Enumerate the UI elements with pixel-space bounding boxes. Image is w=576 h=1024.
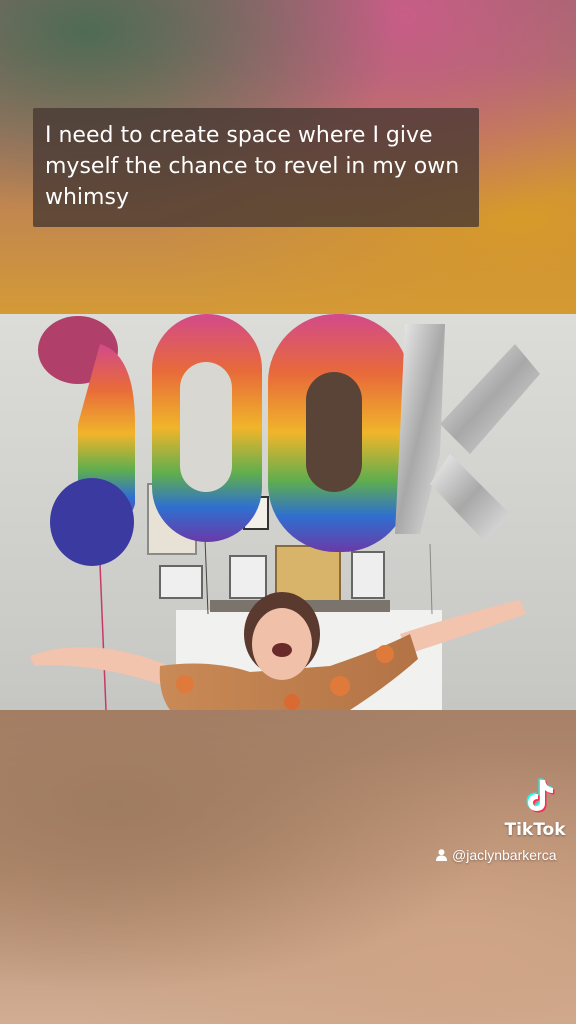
wall-frame — [159, 565, 203, 599]
balloon-k — [395, 324, 540, 542]
blurred-background-bottom — [0, 710, 576, 1024]
balloon-zero-1 — [152, 314, 262, 542]
person — [30, 592, 526, 710]
tiktok-note-icon — [526, 778, 555, 813]
wall-frame — [351, 551, 385, 599]
balloon-one — [38, 316, 135, 566]
wall-frame — [229, 555, 267, 599]
caption-overlay: I need to create space where I give myse… — [33, 108, 479, 227]
tiktok-watermark: TikTok — [500, 776, 572, 846]
balloon-zero-2 — [268, 314, 410, 552]
user-icon — [436, 849, 447, 861]
handle-text: @jaclynbarkerca — [452, 847, 557, 863]
video-frame[interactable] — [0, 314, 576, 710]
caption-text: I need to create space where I give myse… — [45, 123, 460, 210]
tiktok-brand: TikTok — [504, 820, 566, 840]
video-scene — [30, 314, 540, 710]
creator-handle[interactable]: @jaclynbarkerca — [436, 845, 556, 865]
